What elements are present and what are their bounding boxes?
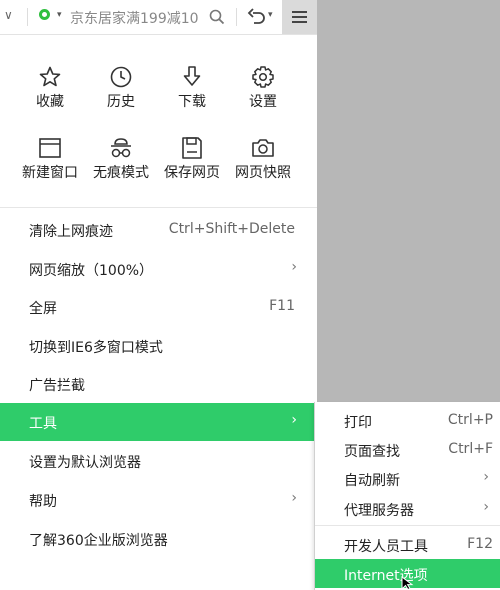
submenu-item-proxy[interactable]: 代理服务器 › — [315, 494, 500, 523]
toolbar-divider — [236, 8, 237, 26]
menu-item-label: 工具 — [29, 416, 57, 432]
quick-action-label: 收藏 — [36, 94, 64, 110]
window-icon — [39, 138, 61, 158]
menu-item-label: 了解360企业版浏览器 — [29, 533, 168, 549]
main-menu-button[interactable] — [282, 0, 317, 34]
submenu-item-shortcut: Ctrl+F — [448, 441, 493, 457]
clock-icon — [110, 66, 132, 88]
hamburger-icon — [292, 11, 307, 13]
search-engine-logo-icon[interactable] — [39, 9, 50, 20]
chevron-right-icon: › — [291, 490, 297, 506]
chevron-right-icon: › — [483, 499, 489, 515]
history-button[interactable]: 历史 — [81, 65, 161, 135]
favorites-button[interactable]: 收藏 — [10, 65, 90, 135]
menu-item-label: 设置为默认浏览器 — [29, 455, 141, 471]
browser-toolbar: ∨ ▾ 京东居家满199减10 ▾ — [0, 0, 317, 35]
menu-item-default-browser[interactable]: 设置为默认浏览器 — [0, 442, 317, 480]
submenu-item-label: Internet选项 — [344, 568, 428, 584]
submenu-item-label: 代理服务器 — [344, 503, 414, 519]
search-input[interactable]: 京东居家满199减10 — [70, 8, 199, 28]
menu-divider — [0, 207, 317, 208]
snapshot-button[interactable]: 网页快照 — [223, 136, 303, 206]
undo-caret-icon[interactable]: ▾ — [268, 10, 273, 20]
chevron-right-icon: › — [291, 412, 297, 428]
menu-item-label: 清除上网痕迹 — [29, 224, 113, 240]
hamburger-icon — [292, 21, 307, 23]
quick-actions-row: 新建窗口 无痕模式 保存网页 网页快照 — [0, 136, 317, 206]
undo-icon[interactable] — [247, 7, 267, 27]
menu-item-label: 全屏 — [29, 301, 57, 317]
submenu-item-auto-refresh[interactable]: 自动刷新 › — [315, 464, 500, 493]
submenu-item-label: 打印 — [344, 415, 372, 431]
menu-item-label: 帮助 — [29, 494, 57, 510]
toolbar-divider — [27, 8, 28, 26]
quick-action-label: 设置 — [249, 94, 277, 110]
downloads-button[interactable]: 下载 — [152, 65, 232, 135]
new-window-button[interactable]: 新建窗口 — [10, 136, 90, 206]
quick-action-label: 新建窗口 — [22, 165, 78, 181]
submenu-item-find[interactable]: 页面查找 Ctrl+F — [315, 435, 500, 464]
incognito-icon — [111, 138, 131, 158]
menu-item-tools[interactable]: 工具 › — [0, 403, 317, 441]
quick-action-label: 历史 — [107, 94, 135, 110]
quick-action-label: 下载 — [178, 94, 206, 110]
submenu-item-shortcut: Ctrl+P — [447, 412, 493, 428]
menu-item-ad-block[interactable]: 广告拦截 — [0, 365, 317, 403]
menu-item-zoom[interactable]: 网页缩放（100%） › — [0, 250, 317, 288]
menu-item-enterprise[interactable]: 了解360企业版浏览器 — [0, 520, 317, 558]
menu-item-label: 切换到IE6多窗口模式 — [29, 340, 163, 356]
menu-item-shortcut: Ctrl+Shift+Delete — [168, 221, 295, 237]
submenu-item-label: 页面查找 — [344, 444, 400, 460]
menu-item-label: 广告拦截 — [29, 378, 85, 394]
chevron-right-icon: › — [291, 259, 297, 275]
settings-button[interactable]: 设置 — [223, 65, 303, 135]
gear-icon — [252, 66, 274, 88]
menu-item-ie6-mode[interactable]: 切换到IE6多窗口模式 — [0, 327, 317, 365]
submenu-divider — [315, 525, 500, 526]
main-menu: 收藏 历史 下载 设置 新建窗口 无痕模式 保存网页 网页快照 清除上网痕迹 C… — [0, 35, 317, 590]
submenu-item-shortcut: F12 — [467, 536, 493, 552]
menu-item-help[interactable]: 帮助 › — [0, 481, 317, 519]
quick-action-label: 网页快照 — [235, 165, 291, 181]
camera-icon — [252, 139, 274, 157]
quick-action-label: 保存网页 — [164, 165, 220, 181]
chevron-right-icon: › — [483, 469, 489, 485]
submenu-item-devtools[interactable]: 开发人员工具 F12 — [315, 530, 500, 559]
search-engine-caret-icon[interactable]: ▾ — [57, 10, 62, 20]
menu-item-fullscreen[interactable]: 全屏 F11 — [0, 288, 317, 326]
chevron-down-icon[interactable]: ∨ — [4, 8, 13, 22]
submenu-item-label: 开发人员工具 — [344, 539, 428, 555]
quick-action-label: 无痕模式 — [93, 165, 149, 181]
mouse-cursor-icon — [401, 576, 414, 590]
menu-item-shortcut: F11 — [269, 298, 295, 314]
download-icon — [183, 66, 201, 86]
search-icon[interactable] — [208, 8, 226, 26]
save-icon — [182, 137, 202, 159]
submenu-item-print[interactable]: 打印 Ctrl+P — [315, 406, 500, 435]
incognito-button[interactable]: 无痕模式 — [81, 136, 161, 206]
quick-actions-row: 收藏 历史 下载 设置 — [0, 65, 317, 135]
hamburger-icon — [292, 16, 307, 18]
menu-item-label: 网页缩放（100%） — [29, 263, 154, 279]
submenu-item-label: 自动刷新 — [344, 473, 400, 489]
tools-submenu: 打印 Ctrl+P 页面查找 Ctrl+F 自动刷新 › 代理服务器 › 开发人… — [314, 402, 500, 590]
save-page-button[interactable]: 保存网页 — [152, 136, 232, 206]
star-icon — [39, 66, 61, 87]
menu-item-clear-traces[interactable]: 清除上网痕迹 Ctrl+Shift+Delete — [0, 211, 317, 249]
